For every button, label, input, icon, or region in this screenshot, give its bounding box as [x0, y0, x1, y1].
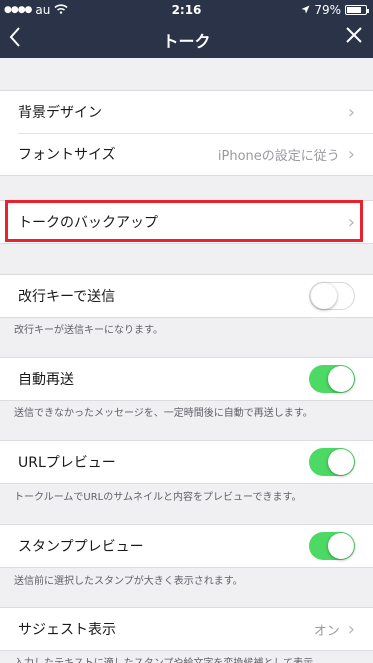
- suggest-row[interactable]: サジェスト表示 オン ›: [0, 608, 373, 650]
- close-icon[interactable]: [345, 26, 363, 50]
- toggle-knob: [328, 449, 354, 475]
- url-preview-toggle[interactable]: [309, 448, 355, 476]
- nav-bar: トーク: [0, 20, 373, 58]
- return-key-hint: 改行キーが送信キーになります。: [14, 325, 163, 336]
- font-size-row[interactable]: フォントサイズ iPhoneの設定に従う ›: [0, 133, 373, 175]
- sticker-preview-toggle[interactable]: [309, 532, 355, 560]
- talk-backup-label: トークのバックアップ: [18, 215, 158, 231]
- suggest-label: サジェスト表示: [18, 622, 116, 638]
- return-key-label: 改行キーで送信: [18, 289, 116, 305]
- suggest-hint: 入力したテキストに適したスタンプや絵文字を変換候補として表示: [14, 654, 364, 663]
- font-size-label: フォントサイズ: [18, 147, 116, 163]
- return-key-row: 改行キーで送信: [0, 275, 373, 317]
- talk-backup-row[interactable]: トークのバックアップ ›: [0, 201, 373, 243]
- battery-fill: [347, 7, 362, 13]
- auto-resend-toggle[interactable]: [309, 365, 355, 393]
- appearance-section: 背景デザイン › フォントサイズ iPhoneの設定に従う ›: [0, 90, 373, 176]
- toggle-knob: [328, 366, 354, 392]
- auto-resend-section: 自動再送: [0, 357, 373, 401]
- sticker-preview-hint: 送信前に選択したスタンプが大きく表示されます。: [14, 576, 243, 587]
- sticker-preview-row: スタンププレビュー: [0, 525, 373, 567]
- auto-resend-row: 自動再送: [0, 358, 373, 400]
- url-preview-hint: トークルームでURLのサムネイルと内容をプレビューできます。: [14, 492, 302, 503]
- auto-resend-hint: 送信できなかったメッセージを、一定時間後に自動で再送します。: [14, 408, 313, 419]
- suggest-section: サジェスト表示 オン ›: [0, 607, 373, 651]
- chevron-right-icon: ›: [347, 143, 355, 165]
- url-preview-label: URLプレビュー: [18, 455, 116, 471]
- page-title: トーク: [162, 32, 211, 51]
- suggest-value: オン: [313, 623, 340, 639]
- font-size-value: iPhoneの設定に従う: [217, 148, 340, 164]
- return-key-toggle[interactable]: [309, 282, 355, 310]
- battery-icon: [345, 5, 369, 15]
- status-bar: ●●●● au 2:16 79%: [0, 0, 373, 20]
- status-right: 79%: [301, 3, 369, 17]
- url-preview-row: URLプレビュー: [0, 441, 373, 483]
- auto-resend-label: 自動再送: [18, 372, 74, 388]
- backup-section: トークのバックアップ ›: [0, 200, 373, 244]
- sticker-preview-section: スタンププレビュー: [0, 524, 373, 568]
- background-design-label: 背景デザイン: [18, 105, 102, 121]
- url-preview-section: URLプレビュー: [0, 440, 373, 484]
- chevron-right-icon: ›: [347, 618, 355, 640]
- return-key-section: 改行キーで送信: [0, 274, 373, 318]
- sticker-preview-label: スタンププレビュー: [18, 539, 144, 555]
- background-design-row[interactable]: 背景デザイン ›: [0, 91, 373, 133]
- toggle-knob: [328, 533, 354, 559]
- battery-percent: 79%: [314, 3, 341, 17]
- toggle-knob: [311, 283, 337, 309]
- location-icon: [301, 3, 310, 17]
- chevron-right-icon: ›: [347, 101, 355, 123]
- chevron-right-icon: ›: [347, 211, 355, 233]
